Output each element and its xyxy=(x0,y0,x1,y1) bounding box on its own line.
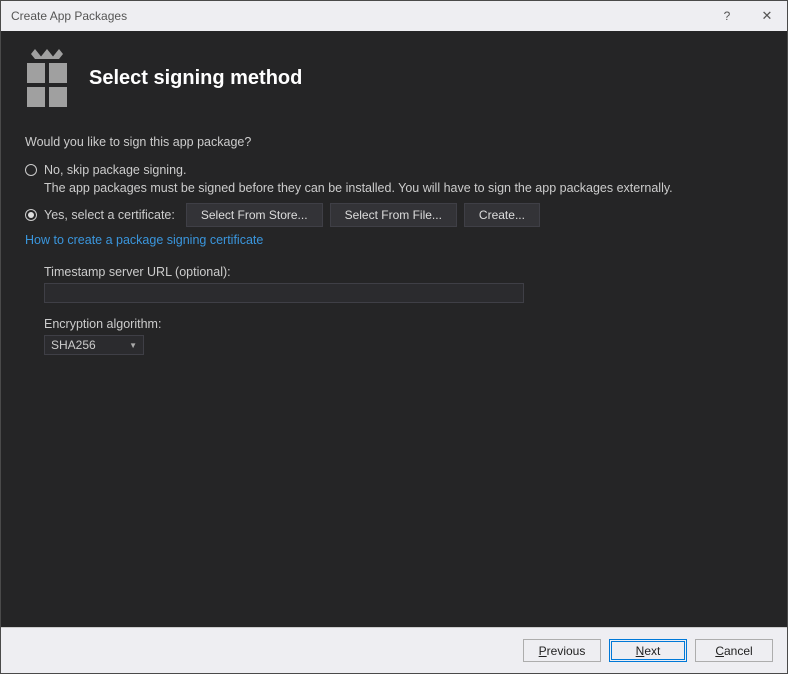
window-title: Create App Packages xyxy=(11,9,707,23)
timestamp-input[interactable] xyxy=(44,283,524,303)
dialog-footer: Previous Next Cancel xyxy=(1,627,787,673)
content-area: Select signing method Would you like to … xyxy=(1,31,787,627)
radio-no-label: No, skip package signing. xyxy=(44,163,186,177)
encryption-label: Encryption algorithm: xyxy=(44,317,763,331)
help-link[interactable]: How to create a package signing certific… xyxy=(25,233,263,247)
chevron-down-icon: ▼ xyxy=(129,341,137,350)
dialog-body: Would you like to sign this app package?… xyxy=(1,135,787,355)
dialog-header: Select signing method xyxy=(1,31,787,135)
package-icon xyxy=(23,49,71,107)
page-title: Select signing method xyxy=(89,67,302,90)
encryption-value: SHA256 xyxy=(51,338,129,352)
create-cert-button[interactable]: Create... xyxy=(464,203,540,227)
close-button[interactable]: ✕ xyxy=(747,1,787,31)
radio-no[interactable] xyxy=(25,164,37,176)
encryption-group: Encryption algorithm: SHA256 ▼ xyxy=(44,317,763,355)
radio-yes-label: Yes, select a certificate: xyxy=(44,208,175,222)
question-text: Would you like to sign this app package? xyxy=(25,135,763,149)
radio-no-helper: The app packages must be signed before t… xyxy=(44,181,763,195)
help-button[interactable]: ? xyxy=(707,1,747,31)
select-from-store-button[interactable]: Select From Store... xyxy=(186,203,323,227)
timestamp-group: Timestamp server URL (optional): xyxy=(44,265,763,317)
radio-yes[interactable] xyxy=(25,209,37,221)
titlebar: Create App Packages ? ✕ xyxy=(1,1,787,31)
cancel-button[interactable]: Cancel xyxy=(695,639,773,662)
dialog-window: Create App Packages ? ✕ Sele xyxy=(0,0,788,674)
radio-no-row[interactable]: No, skip package signing. xyxy=(25,163,763,177)
select-from-file-button[interactable]: Select From File... xyxy=(330,203,457,227)
radio-yes-row: Yes, select a certificate: Select From S… xyxy=(25,203,763,227)
timestamp-label: Timestamp server URL (optional): xyxy=(44,265,763,279)
encryption-dropdown[interactable]: SHA256 ▼ xyxy=(44,335,144,355)
previous-button[interactable]: Previous xyxy=(523,639,601,662)
next-button[interactable]: Next xyxy=(609,639,687,662)
